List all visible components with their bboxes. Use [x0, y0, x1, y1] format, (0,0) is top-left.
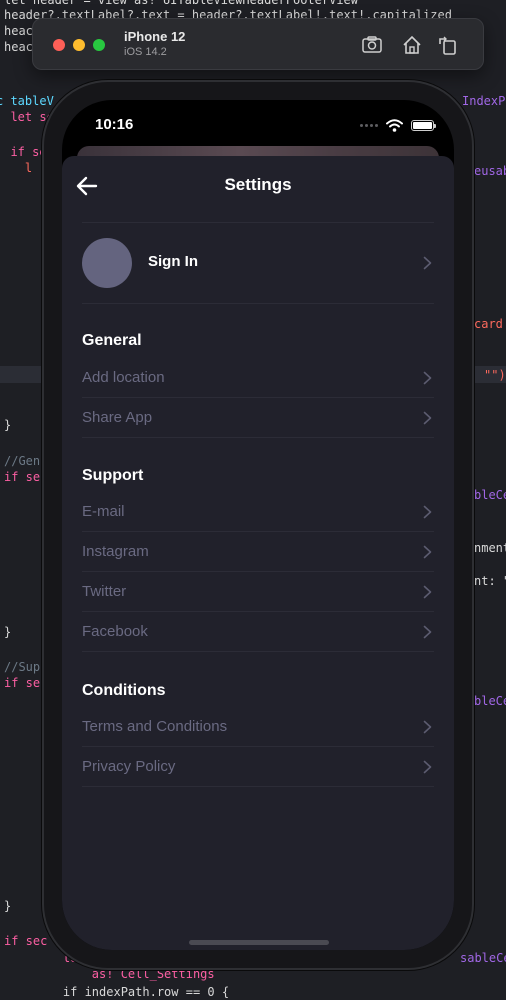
rotate-icon[interactable] — [437, 34, 459, 56]
row-label: Privacy Policy — [82, 758, 176, 775]
status-time: 10:16 — [95, 116, 134, 133]
chevron-right-icon — [423, 585, 432, 599]
settings-row-privacy[interactable]: Privacy Policy — [62, 747, 454, 787]
settings-row-instagram[interactable]: Instagram — [62, 532, 454, 572]
row-label: Instagram — [82, 543, 149, 560]
device-name: iPhone 12 — [124, 29, 186, 44]
row-label: Add location — [82, 369, 165, 386]
code-line: //Gen — [4, 454, 41, 468]
home-icon[interactable] — [401, 34, 423, 56]
chevron-right-icon — [423, 256, 432, 270]
chevron-right-icon — [423, 625, 432, 639]
battery-icon — [411, 119, 436, 131]
avatar — [82, 238, 132, 288]
chevron-right-icon — [423, 505, 432, 519]
row-label: Facebook — [82, 623, 148, 640]
code-line: l — [24, 161, 33, 175]
code-fragment: nt: " — [474, 574, 506, 588]
code-fragment: bleCe — [474, 694, 506, 708]
code-line: if se — [0, 145, 47, 159]
code-fragment: nment — [474, 541, 506, 555]
settings-row-share-app[interactable]: Share App — [62, 398, 454, 438]
section-title-general: General — [82, 332, 142, 349]
divider — [82, 303, 434, 304]
code-fragment: "") — [484, 368, 506, 382]
code-fragment: bleCe — [474, 488, 506, 502]
sign-in-row[interactable]: Sign In — [62, 223, 454, 303]
section-title-support: Support — [82, 467, 144, 484]
sign-in-label: Sign In — [148, 253, 198, 270]
wifi-icon — [386, 118, 403, 132]
chevron-right-icon — [423, 720, 432, 734]
chevron-right-icon — [423, 760, 432, 774]
code-fragment: card — [474, 317, 503, 331]
os-version: iOS 14.2 — [124, 46, 167, 58]
home-indicator[interactable] — [189, 940, 329, 945]
code-line: if sec — [4, 934, 48, 948]
code-line: heac — [4, 40, 33, 54]
close-window-button[interactable] — [53, 39, 65, 51]
row-label: Terms and Conditions — [82, 718, 228, 735]
code-line: } — [4, 418, 12, 432]
settings-sheet: Settings Sign In General Add location Sh… — [62, 156, 454, 950]
row-label: Share App — [82, 409, 153, 426]
code-fragment: sableCe — [460, 951, 506, 965]
settings-row-email[interactable]: E-mail — [62, 492, 454, 532]
code-line: if indexPath.row == 0 { — [34, 985, 230, 999]
section-title-conditions: Conditions — [82, 682, 166, 699]
code-line: heac — [4, 24, 33, 38]
settings-row-add-location[interactable]: Add location — [62, 358, 454, 398]
code-line: //Sup — [4, 660, 41, 674]
chevron-right-icon — [423, 411, 432, 425]
screenshot-icon[interactable] — [361, 34, 383, 56]
divider — [82, 437, 434, 438]
settings-row-twitter[interactable]: Twitter — [62, 572, 454, 612]
chevron-right-icon — [423, 371, 432, 385]
minimize-window-button[interactable] — [73, 39, 85, 51]
settings-row-terms[interactable]: Terms and Conditions — [62, 707, 454, 747]
navigation-bar: Settings — [62, 156, 454, 222]
code-fragment: eusab — [474, 164, 506, 178]
cellular-signal-icon — [360, 123, 378, 127]
code-line: c tableV — [0, 94, 54, 108]
divider — [82, 651, 434, 652]
code-line: } — [4, 899, 12, 913]
code-line: if se — [4, 470, 41, 484]
code-line: } — [4, 625, 12, 639]
chevron-right-icon — [423, 545, 432, 559]
zoom-window-button[interactable] — [93, 39, 105, 51]
simulator-title-bar: iPhone 12 iOS 14.2 — [32, 18, 484, 70]
device-screen: 10:16 Settings Sign In General Add locat… — [62, 100, 454, 950]
code-line: if se — [4, 676, 41, 690]
code-fragment: IndexP — [462, 94, 506, 108]
notch — [164, 100, 364, 132]
row-label: E-mail — [82, 503, 125, 520]
status-indicators — [360, 118, 436, 132]
settings-row-facebook[interactable]: Facebook — [62, 612, 454, 652]
page-title: Settings — [224, 175, 292, 194]
divider — [82, 786, 434, 787]
iphone-frame: 10:16 Settings Sign In General Add locat… — [42, 80, 474, 970]
row-label: Twitter — [82, 583, 127, 600]
